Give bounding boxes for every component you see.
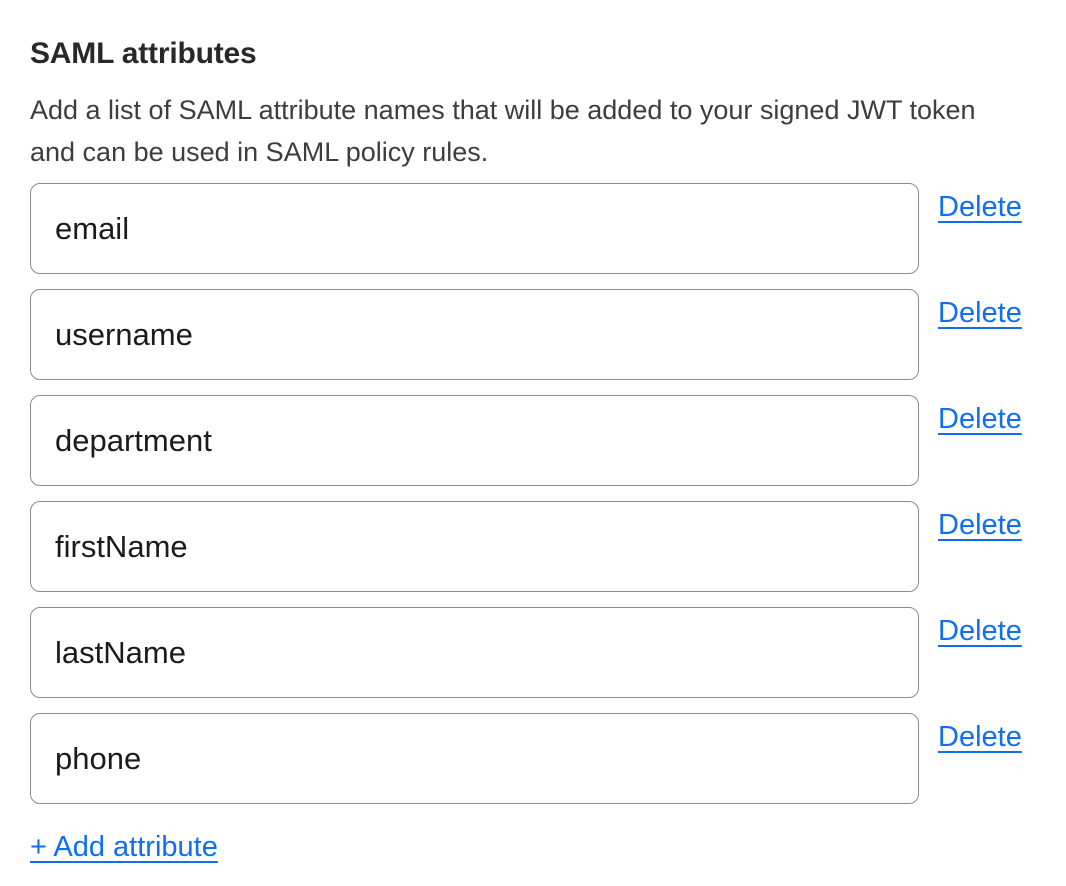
delete-link[interactable]: Delete [938,615,1022,648]
attribute-input-phone[interactable] [30,713,919,804]
attribute-row: Delete [30,713,1036,804]
delete-link[interactable]: Delete [938,403,1022,436]
delete-link[interactable]: Delete [938,721,1022,754]
saml-attributes-section: SAML attributes Add a list of SAML attri… [0,0,1066,864]
delete-link[interactable]: Delete [938,509,1022,542]
attribute-input-department[interactable] [30,395,919,486]
attribute-input-firstname[interactable] [30,501,919,592]
section-description-line2: and can be used in SAML policy rules. [30,131,1036,173]
delete-link[interactable]: Delete [938,297,1022,330]
attribute-rows: Delete Delete Delete Delete Delete Delet… [30,183,1036,804]
attribute-row: Delete [30,395,1036,486]
add-attribute-link[interactable]: + Add attribute [30,831,218,864]
section-title: SAML attributes [30,36,1036,72]
attribute-row: Delete [30,501,1036,592]
attribute-input-lastname[interactable] [30,607,919,698]
attribute-row: Delete [30,607,1036,698]
attribute-input-email[interactable] [30,183,919,274]
section-description-line1: Add a list of SAML attribute names that … [30,89,1036,131]
attribute-row: Delete [30,289,1036,380]
attribute-input-username[interactable] [30,289,919,380]
attribute-row: Delete [30,183,1036,274]
delete-link[interactable]: Delete [938,191,1022,224]
section-description: Add a list of SAML attribute names that … [30,89,1036,173]
